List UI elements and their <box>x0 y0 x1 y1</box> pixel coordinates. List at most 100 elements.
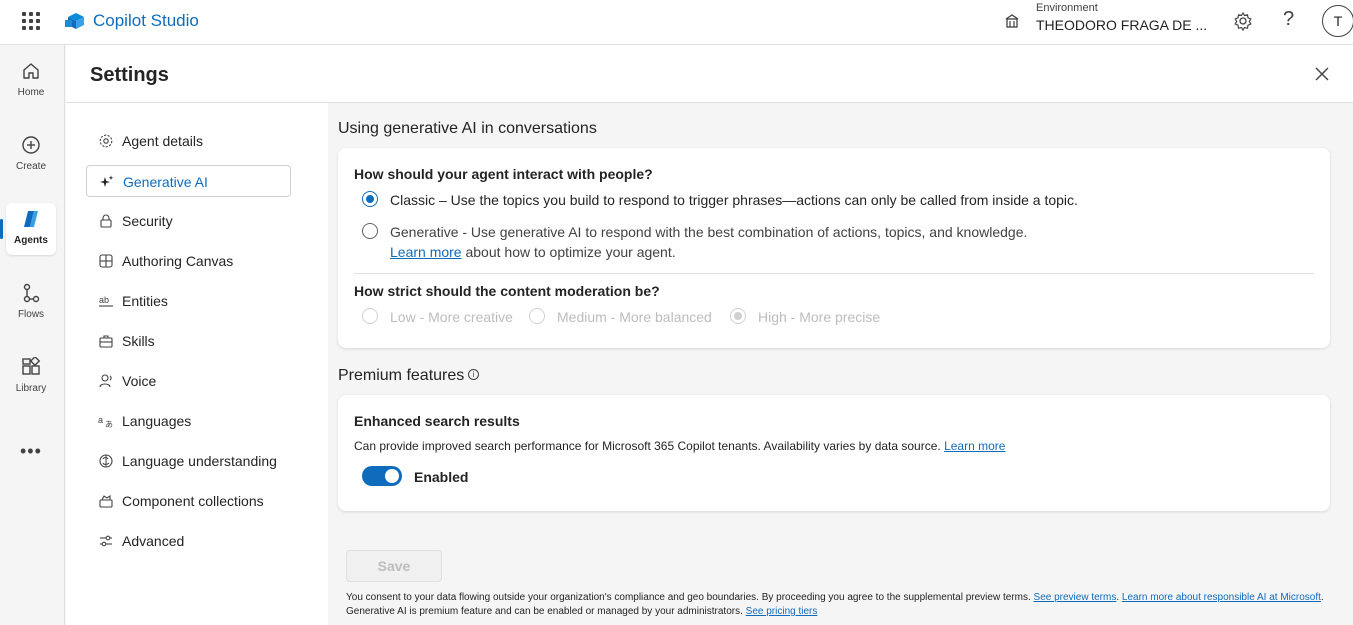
premium-section-title: Premium features <box>338 367 465 384</box>
nav-item-authoring-canvas[interactable]: Authoring Canvas <box>86 245 291 277</box>
nav-label: Voice <box>122 373 157 389</box>
premium-card: Enhanced search results Can provide impr… <box>338 395 1330 511</box>
toggle-label: Enabled <box>414 469 469 485</box>
environment-label: Environment <box>1036 2 1098 14</box>
left-rail: Home Create Agents Flows Library ••• <box>0 45 65 625</box>
nav-label: Security <box>122 213 173 229</box>
consent-line: You consent to your data flowing outside… <box>346 592 1031 603</box>
enhanced-search-description: Can provide improved search performance … <box>354 439 1005 453</box>
app-launcher-icon[interactable] <box>22 12 40 30</box>
app-title[interactable]: Copilot Studio <box>93 11 199 31</box>
moderation-low-label: Low - More creative <box>390 309 513 325</box>
pricing-link[interactable]: See pricing tiers <box>746 606 818 617</box>
nav-item-agent-details[interactable]: Agent details <box>86 125 291 157</box>
rail-label-agents: Agents <box>14 235 48 246</box>
agents-icon <box>24 211 38 227</box>
generative-card: How should your agent interact with peop… <box>338 148 1330 348</box>
copilot-studio-logo <box>65 13 84 29</box>
info-icon[interactable]: i <box>468 369 479 380</box>
gear-icon <box>99 134 113 148</box>
nav-item-advanced[interactable]: Advanced <box>86 525 291 557</box>
settings-gear-icon[interactable] <box>1233 11 1253 31</box>
nav-label: Entities <box>122 293 168 309</box>
settings-content: Using generative AI in conversations How… <box>328 103 1353 625</box>
rail-item-home[interactable]: Home <box>6 55 56 107</box>
responsible-ai-link[interactable]: Learn more about responsible AI at Micro… <box>1122 592 1321 603</box>
plus-circle-icon <box>22 136 40 154</box>
consent-text: You consent to your data flowing outside… <box>346 592 1324 603</box>
voice-icon <box>99 374 112 388</box>
settings-title: Settings <box>90 64 169 86</box>
help-icon[interactable]: ? <box>1283 8 1294 31</box>
home-icon <box>23 63 39 79</box>
nav-item-component-collections[interactable]: Component collections <box>86 485 291 517</box>
nav-label: Authoring Canvas <box>122 253 234 269</box>
save-button[interactable]: Save <box>346 550 442 582</box>
nav-item-security[interactable]: Security <box>86 205 291 237</box>
user-avatar[interactable]: T <box>1322 5 1353 37</box>
nav-item-language-understanding[interactable]: Language understanding <box>86 445 291 477</box>
settings-panel: Settings Agent details Generative AI Sec… <box>66 45 1353 625</box>
more-icon[interactable]: ••• <box>20 441 42 462</box>
environment-picker[interactable]: THEODORO FRAGA DE ... <box>1036 17 1207 33</box>
rail-label-create: Create <box>15 161 46 172</box>
svg-text:ab: ab <box>99 295 109 305</box>
settings-header: Settings <box>66 45 1353 103</box>
premium-learn-more-link[interactable]: Learn more <box>944 439 1005 453</box>
translate-icon: aあ <box>98 415 113 429</box>
brain-icon <box>99 454 113 468</box>
grid-icon <box>99 254 113 268</box>
enhanced-search-toggle[interactable] <box>362 466 402 486</box>
rail-item-library[interactable]: Library <box>6 351 56 403</box>
premium-note: Generative AI is premium feature and can… <box>346 606 817 617</box>
generative-section-title: Using generative AI in conversations <box>338 120 597 137</box>
nav-label: Component collections <box>122 493 264 509</box>
svg-text:a: a <box>98 415 103 425</box>
nav-label: Language understanding <box>122 453 277 469</box>
environment-icon <box>1005 14 1019 28</box>
nav-item-voice[interactable]: Voice <box>86 365 291 397</box>
divider <box>354 273 1314 274</box>
moderation-medium-radio[interactable] <box>529 308 545 324</box>
moderation-high-label: High - More precise <box>758 309 881 325</box>
flows-icon <box>23 283 40 303</box>
sliders-icon <box>100 535 112 547</box>
learn-more-suffix: about how to optimize your agent. <box>461 244 676 260</box>
rail-item-flows[interactable]: Flows <box>6 277 56 329</box>
close-icon[interactable] <box>1314 66 1330 82</box>
classic-radio[interactable] <box>362 191 378 207</box>
settings-nav: Agent details Generative AI Security Aut… <box>66 103 328 625</box>
preview-terms-link[interactable]: See preview terms <box>1034 592 1117 603</box>
nav-item-languages[interactable]: aあ Languages <box>86 405 291 437</box>
premium-note-text: Generative AI is premium feature and can… <box>346 606 743 617</box>
moderation-medium-label: Medium - More balanced <box>557 309 712 325</box>
interact-question: How should your agent interact with peop… <box>354 166 653 182</box>
nav-item-generative-ai[interactable]: Generative AI <box>86 165 291 197</box>
nav-label: Generative AI <box>123 174 208 190</box>
lock-icon <box>100 214 112 228</box>
rail-label-library: Library <box>15 383 47 394</box>
nav-item-entities[interactable]: ab Entities <box>86 285 291 317</box>
moderation-high-radio[interactable] <box>730 308 746 324</box>
sparkle-icon <box>100 175 114 187</box>
collection-icon <box>99 494 113 508</box>
top-bar: Copilot Studio Environment THEODORO FRAG… <box>0 0 1353 45</box>
enhanced-search-title: Enhanced search results <box>354 413 520 429</box>
toolbox-icon <box>99 335 113 348</box>
nav-item-skills[interactable]: Skills <box>86 325 291 357</box>
rail-label-flows: Flows <box>17 309 45 320</box>
generative-option-help: Learn more about how to optimize your ag… <box>390 244 676 260</box>
moderation-low-radio[interactable] <box>362 308 378 324</box>
rail-item-create[interactable]: Create <box>6 129 56 181</box>
learn-more-link[interactable]: Learn more <box>390 244 462 260</box>
classic-option-label: Classic – Use the topics you build to re… <box>390 192 1078 208</box>
library-icon <box>22 357 41 375</box>
description-text: Can provide improved search performance … <box>354 439 941 453</box>
rail-item-agents[interactable]: Agents <box>6 203 56 255</box>
nav-label: Skills <box>122 333 155 349</box>
moderation-question: How strict should the content moderation… <box>354 283 660 299</box>
entities-icon: ab <box>99 295 113 307</box>
rail-label-home: Home <box>17 87 45 98</box>
nav-label: Agent details <box>122 133 203 149</box>
generative-radio[interactable] <box>362 223 378 239</box>
